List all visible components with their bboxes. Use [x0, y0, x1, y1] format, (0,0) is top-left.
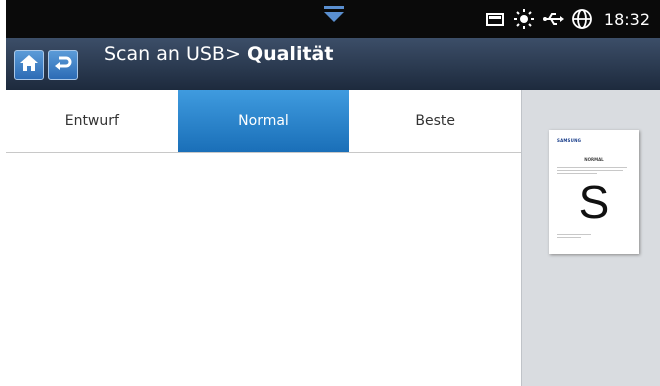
home-button[interactable]	[14, 50, 44, 80]
clock: 18:32	[603, 9, 650, 29]
page-title: Scan an USB> Qualität	[104, 43, 333, 65]
preview-thumbnail: SAMSUNG NORMAL S	[549, 130, 639, 254]
preview-text-line	[557, 170, 623, 171]
sd-card-icon	[484, 8, 506, 30]
tab-normal[interactable]: Normal	[177, 90, 350, 152]
back-button[interactable]	[48, 50, 78, 80]
usb-icon	[542, 8, 564, 30]
title-text: Qualität	[246, 43, 334, 65]
preview-letter: S	[578, 176, 610, 228]
tab-beste[interactable]: Beste	[349, 90, 521, 152]
globe-icon	[571, 8, 593, 30]
title-bar: Scan an USB> Qualität	[6, 38, 660, 90]
preview-brand: SAMSUNG	[557, 138, 582, 143]
status-bar: 18:32	[6, 0, 660, 38]
status-icons: 18:32	[484, 8, 650, 30]
quality-tabs: Entwurf Normal Beste	[6, 90, 521, 153]
toner-sun-icon	[513, 8, 535, 30]
notification-handle-bar[interactable]	[324, 6, 344, 9]
preview-text-line	[557, 237, 581, 238]
back-icon	[53, 54, 73, 76]
breadcrumb: Scan an USB>	[104, 43, 241, 65]
home-icon	[19, 54, 39, 76]
preview-heading: NORMAL	[584, 157, 604, 162]
preview-text-line	[557, 173, 597, 174]
notification-handle-icon[interactable]	[324, 12, 344, 22]
preview-text-line	[557, 234, 591, 235]
tab-entwurf[interactable]: Entwurf	[6, 90, 178, 152]
preview-text-line	[557, 167, 627, 168]
preview-pane: SAMSUNG NORMAL S	[521, 90, 660, 386]
screen: 18:32 Scan an USB> Qualität Entwurf Norm…	[0, 0, 660, 386]
content-area	[6, 153, 521, 386]
